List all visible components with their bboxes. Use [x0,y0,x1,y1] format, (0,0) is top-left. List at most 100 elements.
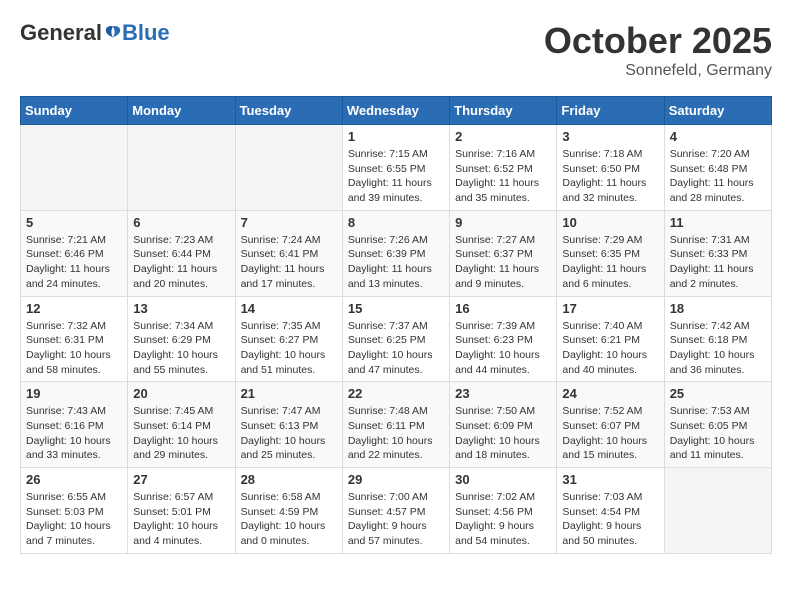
calendar-day-header: Saturday [664,97,771,125]
day-info: Sunrise: 7:40 AMSunset: 6:21 PMDaylight:… [562,319,658,378]
calendar-cell [664,468,771,554]
day-number: 12 [26,301,122,316]
calendar-cell: 13 Sunrise: 7:34 AMSunset: 6:29 PMDayligh… [128,296,235,382]
calendar-cell: 11 Sunrise: 7:31 AMSunset: 6:33 PMDayligh… [664,210,771,296]
day-number: 4 [670,129,766,144]
calendar-cell: 19 Sunrise: 7:43 AMSunset: 6:16 PMDayligh… [21,382,128,468]
calendar-week-row: 5 Sunrise: 7:21 AMSunset: 6:46 PMDaylight… [21,210,772,296]
day-number: 20 [133,386,229,401]
day-number: 2 [455,129,551,144]
calendar-cell: 29 Sunrise: 7:00 AMSunset: 4:57 PMDayligh… [342,468,449,554]
calendar-cell: 1 Sunrise: 7:15 AMSunset: 6:55 PMDaylight… [342,125,449,211]
calendar-cell: 10 Sunrise: 7:29 AMSunset: 6:35 PMDayligh… [557,210,664,296]
logo-blue-text: Blue [122,20,170,46]
day-number: 17 [562,301,658,316]
calendar-cell: 30 Sunrise: 7:02 AMSunset: 4:56 PMDayligh… [450,468,557,554]
day-info: Sunrise: 7:31 AMSunset: 6:33 PMDaylight:… [670,233,766,292]
calendar-cell: 14 Sunrise: 7:35 AMSunset: 6:27 PMDayligh… [235,296,342,382]
day-number: 29 [348,472,444,487]
day-number: 8 [348,215,444,230]
calendar-day-header: Sunday [21,97,128,125]
logo-bird-icon [104,24,122,42]
calendar-cell: 26 Sunrise: 6:55 AMSunset: 5:03 PMDayligh… [21,468,128,554]
day-info: Sunrise: 7:35 AMSunset: 6:27 PMDaylight:… [241,319,337,378]
day-number: 10 [562,215,658,230]
day-info: Sunrise: 7:27 AMSunset: 6:37 PMDaylight:… [455,233,551,292]
day-info: Sunrise: 7:32 AMSunset: 6:31 PMDaylight:… [26,319,122,378]
day-number: 19 [26,386,122,401]
day-info: Sunrise: 7:43 AMSunset: 6:16 PMDaylight:… [26,404,122,463]
day-info: Sunrise: 7:02 AMSunset: 4:56 PMDaylight:… [455,490,551,549]
calendar-cell: 12 Sunrise: 7:32 AMSunset: 6:31 PMDayligh… [21,296,128,382]
calendar-day-header: Wednesday [342,97,449,125]
day-info: Sunrise: 7:15 AMSunset: 6:55 PMDaylight:… [348,147,444,206]
calendar-day-header: Friday [557,97,664,125]
calendar-cell: 21 Sunrise: 7:47 AMSunset: 6:13 PMDayligh… [235,382,342,468]
day-info: Sunrise: 7:18 AMSunset: 6:50 PMDaylight:… [562,147,658,206]
day-number: 1 [348,129,444,144]
day-number: 24 [562,386,658,401]
title-area: October 2025 Sonnefeld, Germany [544,20,772,80]
calendar-week-row: 19 Sunrise: 7:43 AMSunset: 6:16 PMDayligh… [21,382,772,468]
calendar-header-row: SundayMondayTuesdayWednesdayThursdayFrid… [21,97,772,125]
logo: General Blue [20,20,170,46]
day-info: Sunrise: 7:23 AMSunset: 6:44 PMDaylight:… [133,233,229,292]
day-info: Sunrise: 7:21 AMSunset: 6:46 PMDaylight:… [26,233,122,292]
calendar-cell: 5 Sunrise: 7:21 AMSunset: 6:46 PMDaylight… [21,210,128,296]
calendar-cell: 25Sunrise: 7:53 AMSunset: 6:05 PMDayligh… [664,382,771,468]
day-info: Sunrise: 7:29 AMSunset: 6:35 PMDaylight:… [562,233,658,292]
day-info: Sunrise: 7:45 AMSunset: 6:14 PMDaylight:… [133,404,229,463]
day-number: 30 [455,472,551,487]
day-number: 31 [562,472,658,487]
day-number: 26 [26,472,122,487]
day-number: 7 [241,215,337,230]
calendar-cell: 6 Sunrise: 7:23 AMSunset: 6:44 PMDaylight… [128,210,235,296]
day-number: 11 [670,215,766,230]
day-info: Sunrise: 7:16 AMSunset: 6:52 PMDaylight:… [455,147,551,206]
calendar-cell: 4Sunrise: 7:20 AMSunset: 6:48 PMDaylight… [664,125,771,211]
day-info: Sunrise: 7:00 AMSunset: 4:57 PMDaylight:… [348,490,444,549]
calendar-cell: 31 Sunrise: 7:03 AMSunset: 4:54 PMDayligh… [557,468,664,554]
day-info: Sunrise: 7:34 AMSunset: 6:29 PMDaylight:… [133,319,229,378]
day-info: Sunrise: 7:37 AMSunset: 6:25 PMDaylight:… [348,319,444,378]
page-header: General Blue October 2025 Sonnefeld, Ger… [20,20,772,80]
calendar-week-row: 26 Sunrise: 6:55 AMSunset: 5:03 PMDayligh… [21,468,772,554]
day-number: 3 [562,129,658,144]
day-number: 14 [241,301,337,316]
day-number: 15 [348,301,444,316]
day-number: 13 [133,301,229,316]
day-info: Sunrise: 7:50 AMSunset: 6:09 PMDaylight:… [455,404,551,463]
day-info: Sunrise: 6:55 AMSunset: 5:03 PMDaylight:… [26,490,122,549]
month-title: October 2025 [544,20,772,62]
day-number: 28 [241,472,337,487]
calendar-cell: 24Sunrise: 7:52 AMSunset: 6:07 PMDayligh… [557,382,664,468]
calendar-day-header: Tuesday [235,97,342,125]
day-info: Sunrise: 7:39 AMSunset: 6:23 PMDaylight:… [455,319,551,378]
calendar-cell: 8 Sunrise: 7:26 AMSunset: 6:39 PMDaylight… [342,210,449,296]
day-number: 5 [26,215,122,230]
day-number: 23 [455,386,551,401]
day-info: Sunrise: 7:03 AMSunset: 4:54 PMDaylight:… [562,490,658,549]
day-info: Sunrise: 7:42 AMSunset: 6:18 PMDaylight:… [670,319,766,378]
day-number: 18 [670,301,766,316]
day-number: 6 [133,215,229,230]
calendar-cell: 23 Sunrise: 7:50 AMSunset: 6:09 PMDayligh… [450,382,557,468]
calendar-cell: 15 Sunrise: 7:37 AMSunset: 6:25 PMDayligh… [342,296,449,382]
calendar-day-header: Thursday [450,97,557,125]
day-info: Sunrise: 7:24 AMSunset: 6:41 PMDaylight:… [241,233,337,292]
day-number: 21 [241,386,337,401]
calendar-cell: 9Sunrise: 7:27 AMSunset: 6:37 PMDaylight… [450,210,557,296]
calendar-cell: 27 Sunrise: 6:57 AMSunset: 5:01 PMDayligh… [128,468,235,554]
day-info: Sunrise: 7:48 AMSunset: 6:11 PMDaylight:… [348,404,444,463]
calendar-cell: 20 Sunrise: 7:45 AMSunset: 6:14 PMDayligh… [128,382,235,468]
day-info: Sunrise: 6:57 AMSunset: 5:01 PMDaylight:… [133,490,229,549]
calendar-cell: 16 Sunrise: 7:39 AMSunset: 6:23 PMDayligh… [450,296,557,382]
day-info: Sunrise: 7:26 AMSunset: 6:39 PMDaylight:… [348,233,444,292]
day-info: Sunrise: 7:47 AMSunset: 6:13 PMDaylight:… [241,404,337,463]
calendar-cell [235,125,342,211]
location-subtitle: Sonnefeld, Germany [544,62,772,80]
calendar-cell: 17 Sunrise: 7:40 AMSunset: 6:21 PMDayligh… [557,296,664,382]
day-number: 27 [133,472,229,487]
day-number: 16 [455,301,551,316]
day-info: Sunrise: 6:58 AMSunset: 4:59 PMDaylight:… [241,490,337,549]
